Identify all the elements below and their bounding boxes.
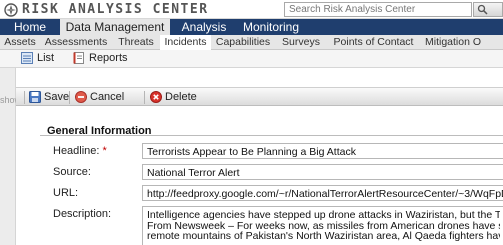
description-line: remote mountains of Pakistan's North Waz… bbox=[147, 231, 500, 242]
section-divider bbox=[40, 135, 503, 136]
sub-nav: Assets Assessments Threats Incidents Cap… bbox=[0, 35, 503, 50]
reports-label: Reports bbox=[89, 52, 128, 64]
tab-data-management[interactable]: Data Management bbox=[60, 19, 170, 35]
list-label: List bbox=[37, 52, 55, 64]
headline-label-text: Headline: bbox=[53, 145, 100, 157]
search-input[interactable]: Search Risk Analysis Center bbox=[284, 2, 472, 17]
main-nav: Home Data Management Analysis Monitoring bbox=[0, 19, 503, 35]
url-label: URL: bbox=[53, 187, 79, 199]
subtab-threats[interactable]: Threats bbox=[112, 35, 160, 50]
description-line: Intelligence agencies have stepped up dr… bbox=[147, 210, 500, 221]
toolbar-separator bbox=[24, 91, 25, 104]
description-label: Description: bbox=[53, 208, 112, 220]
left-collapse-strip[interactable]: show bbox=[0, 68, 21, 245]
subtab-surveys[interactable]: Surveys bbox=[275, 35, 327, 50]
search-button[interactable] bbox=[473, 2, 503, 17]
tab-analysis[interactable]: Analysis bbox=[170, 19, 238, 35]
subtab-capabilities[interactable]: Capabilities bbox=[211, 35, 275, 50]
headline-label: Headline: * bbox=[53, 145, 107, 157]
toolbar-separator bbox=[144, 91, 145, 104]
subtab-incidents[interactable]: Incidents bbox=[160, 35, 211, 50]
report-icon bbox=[73, 52, 84, 64]
app-title: RISK ANALYSIS CENTER bbox=[22, 2, 209, 17]
save-icon bbox=[29, 91, 41, 103]
delete-icon bbox=[150, 91, 162, 103]
delete-label: Delete bbox=[165, 91, 197, 103]
list-view-button[interactable]: List bbox=[21, 52, 54, 64]
source-label: Source: bbox=[53, 166, 91, 178]
save-button[interactable]: Save bbox=[29, 90, 69, 104]
toolbar-separator bbox=[69, 91, 70, 104]
tab-monitoring[interactable]: Monitoring bbox=[238, 19, 304, 35]
brand[interactable]: RISK ANALYSIS CENTER bbox=[4, 2, 209, 17]
subtab-points-of-contact[interactable]: Points of Contact bbox=[327, 35, 420, 50]
app-header: RISK ANALYSIS CENTER Search Risk Analysi… bbox=[0, 0, 503, 19]
headline-field[interactable]: Terrorists Appear to Be Planning a Big A… bbox=[142, 143, 503, 159]
cancel-button[interactable]: Cancel bbox=[75, 90, 124, 104]
source-field[interactable]: National Terror Alert bbox=[142, 164, 503, 180]
required-marker: * bbox=[102, 145, 107, 157]
cancel-icon bbox=[75, 91, 87, 103]
description-field[interactable]: Intelligence agencies have stepped up dr… bbox=[142, 206, 503, 245]
action-toolbar: Save Cancel Delete bbox=[16, 87, 503, 106]
view-bar: List Reports bbox=[0, 50, 503, 68]
delete-button[interactable]: Delete bbox=[150, 90, 197, 104]
compass-logo-icon bbox=[4, 2, 18, 17]
cancel-label: Cancel bbox=[90, 91, 125, 103]
subtab-assessments[interactable]: Assessments bbox=[40, 35, 112, 50]
reports-view-button[interactable]: Reports bbox=[73, 52, 128, 64]
search-icon bbox=[477, 4, 488, 15]
url-field[interactable]: http://feedproxy.google.com/~r/NationalT… bbox=[142, 185, 503, 201]
subtab-assets[interactable]: Assets bbox=[0, 35, 40, 50]
description-line: From Newsweek – For weeks now, as missil… bbox=[147, 220, 500, 231]
save-label: Save bbox=[44, 91, 70, 103]
list-icon bbox=[21, 52, 33, 64]
tab-home[interactable]: Home bbox=[0, 19, 60, 35]
subtab-mitigation[interactable]: Mitigation O bbox=[420, 35, 503, 50]
